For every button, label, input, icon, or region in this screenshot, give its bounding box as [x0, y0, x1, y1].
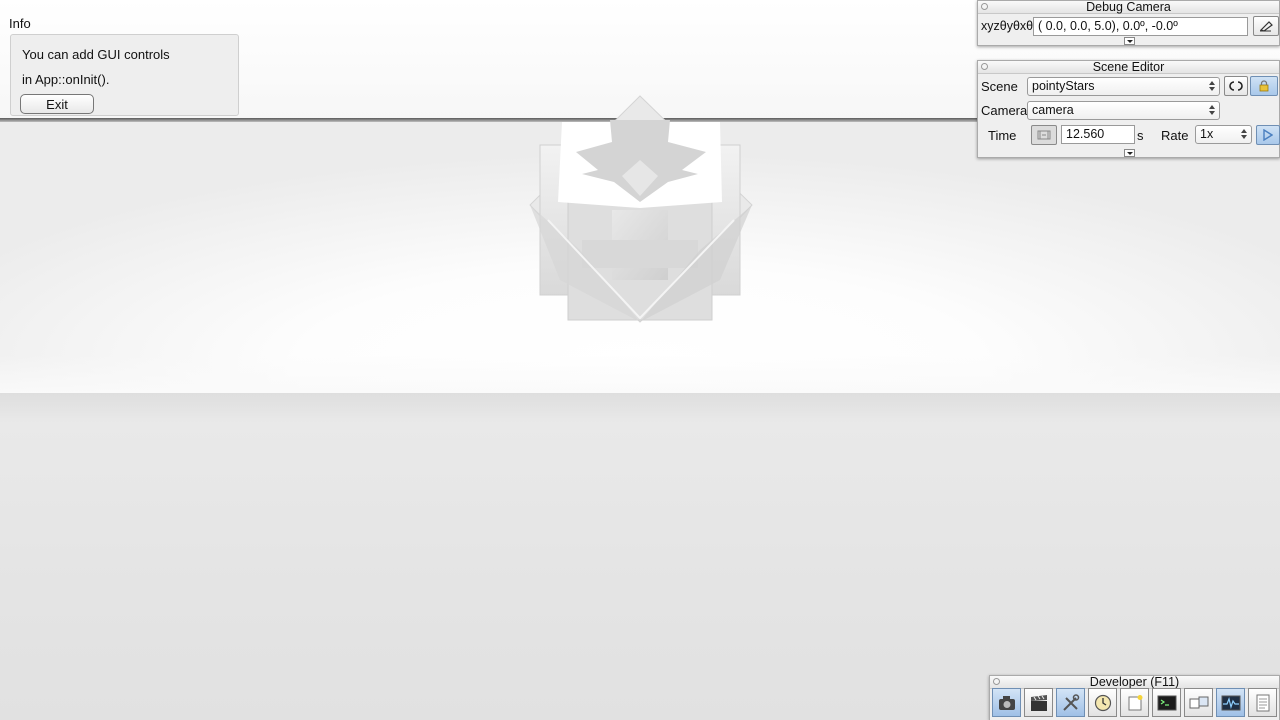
scene-editor-window: Scene Editor Scene pointyStars Camera ca… [977, 60, 1280, 158]
copy-icon [1259, 21, 1273, 32]
info-panel-title: Info [9, 16, 31, 31]
lock-icon [1259, 80, 1269, 92]
tools-icon [1062, 693, 1079, 711]
document-icon [1256, 694, 1269, 711]
notes-tool-button[interactable] [1120, 688, 1149, 717]
camera-dropdown[interactable]: camera [1027, 101, 1220, 120]
time-field[interactable]: 12.560 [1061, 125, 1135, 144]
scene-dropdown-value: pointyStars [1032, 79, 1095, 93]
updown-arrows-icon [1241, 129, 1247, 140]
profiler-tool-button[interactable] [1216, 688, 1245, 717]
reload-icon [1229, 81, 1243, 91]
clapperboard-icon [1030, 694, 1047, 711]
camera-copy-button[interactable] [1253, 16, 1279, 36]
scene-dropdown[interactable]: pointyStars [1027, 77, 1220, 96]
film-tool-button[interactable] [1024, 688, 1053, 717]
time-label: Time [988, 128, 1017, 143]
scene-tools-button[interactable] [1056, 688, 1085, 717]
close-icon[interactable] [981, 63, 988, 70]
rate-dropdown-value: 1x [1200, 127, 1214, 141]
film-reset-icon [1037, 130, 1051, 140]
windows-tool-button[interactable] [1184, 688, 1213, 717]
camera-dropdown-value: camera [1032, 103, 1074, 117]
reload-scene-button[interactable] [1224, 76, 1248, 96]
camera-tool-button[interactable] [992, 688, 1021, 717]
windows-icon [1189, 696, 1208, 708]
rate-dropdown[interactable]: 1x [1195, 125, 1252, 144]
console-tool-button[interactable] [1152, 688, 1181, 717]
camera-coords-label: xyzθyθxθz [981, 19, 1040, 33]
console-icon [1157, 695, 1176, 710]
collapse-arrow-icon[interactable] [1124, 37, 1135, 45]
note-icon [1128, 694, 1142, 710]
exit-button[interactable]: Exit [20, 94, 94, 114]
viewport-horizon [0, 355, 1280, 395]
camera-icon [998, 695, 1015, 710]
info-text-line1: You can add GUI controls [22, 47, 170, 62]
updown-arrows-icon [1209, 105, 1215, 116]
scene-editor-title[interactable]: Scene Editor [978, 61, 1279, 74]
close-icon[interactable] [981, 3, 988, 10]
viewport-floor [0, 393, 1280, 720]
debug-camera-title[interactable]: Debug Camera [978, 1, 1279, 14]
pointy-stars-model [529, 95, 753, 323]
profiler-icon [1221, 695, 1240, 710]
rate-label: Rate [1161, 128, 1189, 143]
info-text-line2: in App::onInit(). [22, 72, 110, 87]
scene-label: Scene [981, 79, 1018, 94]
collapse-arrow-icon[interactable] [1124, 149, 1135, 157]
timer-tool-button[interactable] [1088, 688, 1117, 717]
close-icon[interactable] [993, 678, 1000, 685]
lock-scene-button[interactable] [1250, 76, 1278, 96]
camera-label: Camera [981, 103, 1028, 118]
debug-camera-window: Debug Camera xyzθyθxθz ( 0.0, 0.0, 5.0),… [977, 0, 1280, 46]
time-unit: s [1137, 128, 1144, 143]
info-panel: You can add GUI controls in App::onInit(… [10, 34, 239, 116]
play-icon [1263, 129, 1273, 141]
play-button[interactable] [1256, 125, 1280, 145]
document-tool-button[interactable] [1248, 688, 1277, 717]
updown-arrows-icon [1209, 81, 1215, 92]
camera-coords-field[interactable]: ( 0.0, 0.0, 5.0), 0.0º, -0.0º [1033, 17, 1248, 36]
reset-time-button[interactable] [1031, 125, 1057, 145]
clock-icon [1094, 694, 1111, 711]
